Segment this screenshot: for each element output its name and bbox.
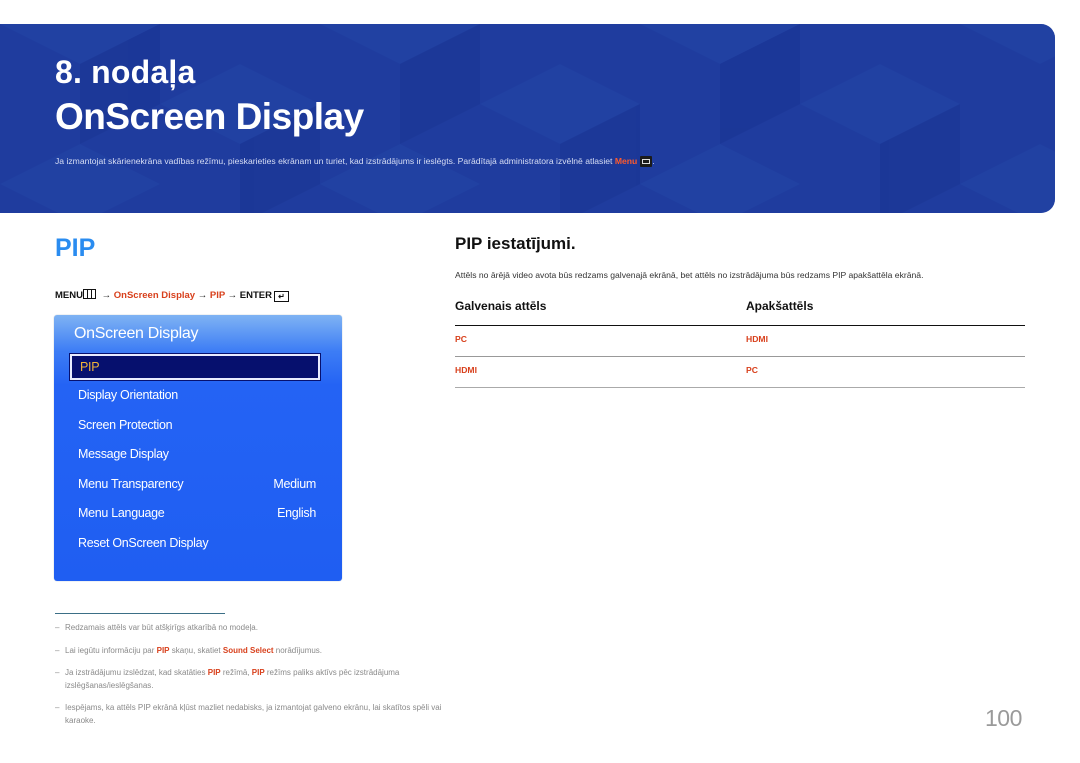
osd-menu-panel: OnScreen Display PIP Display Orientation… bbox=[54, 315, 342, 581]
pip-settings-table: Galvenais attēls Apakšattēls PC HDMI HDM… bbox=[455, 295, 1025, 388]
osd-item-reset-onscreen-display[interactable]: Reset OnScreen Display bbox=[78, 536, 316, 550]
footnote-text: Iespējams, ka attēls PIP ekrānā kļūst ma… bbox=[65, 703, 442, 725]
osd-item-label: Screen Protection bbox=[78, 418, 173, 432]
osd-item-value: Medium bbox=[273, 477, 316, 491]
osd-menu-title: OnScreen Display bbox=[74, 325, 199, 342]
enter-icon: ↵ bbox=[273, 291, 289, 302]
pip-highlight: PIP bbox=[251, 668, 265, 677]
osd-item-label: Display Orientation bbox=[78, 388, 178, 402]
text-run: Ja izstrādājumu izslēdzat, kad skatāties bbox=[65, 668, 208, 677]
description-text: Ja izmantojat skārienekrāna vadības režī… bbox=[55, 156, 613, 166]
menu-button-icon bbox=[82, 289, 96, 299]
table-cell: PC bbox=[746, 365, 758, 375]
osd-item-menu-language[interactable]: Menu Language English bbox=[78, 506, 316, 520]
footnote-1: – Redzamais attēls var būt atšķirīgs atk… bbox=[55, 621, 445, 634]
footnote-text: Redzamais attēls var būt atšķirīgs atkar… bbox=[65, 623, 258, 632]
footnote-dash: – bbox=[55, 668, 60, 677]
osd-item-display-orientation[interactable]: Display Orientation bbox=[78, 388, 316, 402]
breadcrumb-onscreen-display: OnScreen Display bbox=[113, 290, 196, 301]
sound-select-link: Sound Select bbox=[222, 646, 274, 655]
chapter-number: 8. nodaļa bbox=[55, 54, 196, 90]
breadcrumb-arrow: → bbox=[101, 290, 112, 301]
menu-icon bbox=[640, 156, 653, 168]
breadcrumb-enter: ENTER bbox=[239, 290, 272, 301]
osd-item-value: English bbox=[277, 506, 316, 520]
page-number: 100 bbox=[985, 705, 1022, 731]
pip-highlight: PIP bbox=[156, 646, 170, 655]
text-run: Lai iegūtu informāciju par bbox=[65, 646, 157, 655]
chapter-description: Ja izmantojat skārienekrāna vadības režī… bbox=[55, 156, 655, 168]
text-run: režīmā, bbox=[220, 668, 252, 677]
footnote-2: – Lai iegūtu informāciju par PIP skaņu, … bbox=[55, 644, 445, 657]
header-main-picture: Galvenais attēls bbox=[455, 299, 547, 313]
text-run: norādījumus. bbox=[273, 646, 323, 655]
pip-highlight: PIP bbox=[207, 668, 221, 677]
footnote-dash: – bbox=[55, 703, 60, 712]
footnote-divider bbox=[55, 613, 225, 614]
table-row: HDMI PC bbox=[455, 357, 1025, 388]
osd-item-menu-transparency[interactable]: Menu Transparency Medium bbox=[78, 477, 316, 491]
footnote-dash: – bbox=[55, 646, 60, 655]
settings-description: Attēls no ārējā video avota būs redzams … bbox=[455, 270, 924, 280]
osd-item-label: Menu Transparency bbox=[78, 477, 184, 491]
breadcrumb-arrow: → bbox=[227, 290, 238, 301]
osd-item-label: Message Display bbox=[78, 447, 169, 461]
osd-item-label: PIP bbox=[80, 360, 100, 374]
header-sub-picture: Apakšattēls bbox=[746, 299, 814, 313]
osd-item-message-display[interactable]: Message Display bbox=[78, 447, 316, 461]
table-cell: HDMI bbox=[455, 365, 477, 375]
footnote-4: – Iespējams, ka attēls PIP ekrānā kļūst … bbox=[55, 701, 445, 727]
table-cell: HDMI bbox=[746, 334, 768, 344]
osd-item-label: Reset OnScreen Display bbox=[78, 536, 209, 550]
table-header: Galvenais attēls Apakšattēls bbox=[455, 295, 1025, 326]
footnote-text: Lai iegūtu informāciju par PIP skaņu, sk… bbox=[55, 644, 445, 657]
text-run: skaņu, skatiet bbox=[169, 646, 223, 655]
breadcrumb-pip: PIP bbox=[209, 290, 225, 301]
osd-item-screen-protection[interactable]: Screen Protection bbox=[78, 418, 316, 432]
osd-item-pip[interactable]: PIP bbox=[69, 353, 321, 381]
footnote-dash: – bbox=[55, 623, 60, 632]
chapter-banner: 8. nodaļa OnScreen Display Ja izmantojat… bbox=[0, 24, 1055, 213]
section-heading: PIP bbox=[55, 234, 96, 262]
osd-item-label: Menu Language bbox=[78, 506, 165, 520]
breadcrumb-menu: MENU bbox=[55, 290, 83, 301]
breadcrumb-arrow: → bbox=[197, 290, 208, 301]
description-end: . bbox=[652, 156, 655, 166]
table-row: PC HDMI bbox=[455, 326, 1025, 357]
menu-highlight: Menu bbox=[614, 156, 638, 166]
table-cell: PC bbox=[455, 334, 467, 344]
chapter-title: OnScreen Display bbox=[55, 96, 364, 137]
footnote-text: Ja izstrādājumu izslēdzat, kad skatāties… bbox=[55, 666, 445, 692]
settings-title: PIP iestatījumi. bbox=[455, 234, 576, 253]
footnote-3: – Ja izstrādājumu izslēdzat, kad skatāti… bbox=[55, 666, 445, 692]
breadcrumb: MENU → OnScreen Display → PIP → ENTER ↵ bbox=[55, 289, 289, 302]
